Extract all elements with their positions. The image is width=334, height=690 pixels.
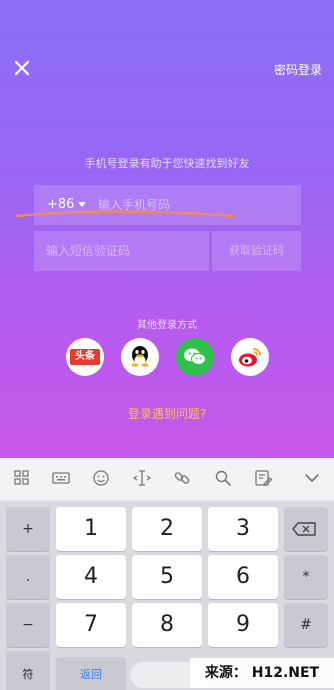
annotation-underline: [14, 210, 236, 218]
key-dot[interactable]: .: [6, 555, 50, 599]
cursor-move-icon[interactable]: [132, 468, 152, 488]
emoji-icon[interactable]: [91, 468, 111, 488]
login-trouble-link[interactable]: 登录遇到问题?: [0, 405, 334, 422]
link-icon[interactable]: [172, 468, 192, 488]
toutiao-login-button[interactable]: 头条: [66, 338, 104, 376]
key-2[interactable]: 2: [132, 507, 202, 551]
backspace-key[interactable]: [284, 507, 328, 551]
other-login-label: 其他登录方式: [137, 320, 197, 331]
wechat-icon: [184, 348, 206, 365]
key-1[interactable]: 1: [56, 507, 126, 551]
backspace-icon: [292, 522, 316, 536]
chevron-down-icon[interactable]: [302, 468, 322, 488]
phone-field: +86: [34, 185, 301, 225]
sms-code-input[interactable]: [34, 231, 209, 271]
keyboard-layout-icon[interactable]: [51, 468, 71, 488]
caret-down-icon: [78, 202, 87, 207]
keyboard-toolbar: [0, 458, 334, 501]
login-screen: 密码登录 手机号登录有助于您快速找到好友 +86 获取验证码 其他登录方式 头条: [0, 0, 334, 690]
key-3[interactable]: 3: [208, 507, 278, 551]
key-6[interactable]: 6: [208, 555, 278, 599]
search-icon[interactable]: [213, 468, 233, 488]
grid-icon[interactable]: [12, 468, 32, 488]
source-watermark: 来源： H12.NET: [190, 658, 334, 688]
key-star[interactable]: *: [284, 555, 328, 599]
key-5[interactable]: 5: [132, 555, 202, 599]
key-7[interactable]: 7: [56, 603, 126, 647]
login-hint: 手机号登录有助于您快速找到好友: [84, 157, 250, 170]
key-4[interactable]: 4: [56, 555, 126, 599]
key-minus[interactable]: −: [6, 603, 50, 647]
get-code-button[interactable]: 获取验证码: [212, 231, 301, 271]
login-panel: 密码登录 手机号登录有助于您快速找到好友 +86 获取验证码 其他登录方式 头条: [0, 0, 334, 458]
qq-login-button[interactable]: [121, 338, 159, 376]
weibo-login-button[interactable]: [231, 338, 269, 376]
qq-penguin-icon: [131, 346, 149, 367]
key-hash[interactable]: #: [284, 603, 328, 647]
password-login-link[interactable]: 密码登录: [274, 61, 322, 78]
key-8[interactable]: 8: [132, 603, 202, 647]
key-9[interactable]: 9: [208, 603, 278, 647]
symbol-key[interactable]: 符: [6, 657, 50, 690]
weibo-icon: [239, 348, 261, 367]
back-key[interactable]: 返回: [56, 657, 126, 690]
key-plus[interactable]: +: [6, 507, 50, 551]
wechat-login-button[interactable]: [176, 338, 214, 376]
code-field-row: 获取验证码: [34, 231, 301, 271]
close-icon[interactable]: [12, 58, 32, 78]
phone-input[interactable]: [98, 185, 288, 225]
edit-icon[interactable]: [253, 468, 273, 488]
toutiao-icon: 头条: [70, 349, 100, 365]
